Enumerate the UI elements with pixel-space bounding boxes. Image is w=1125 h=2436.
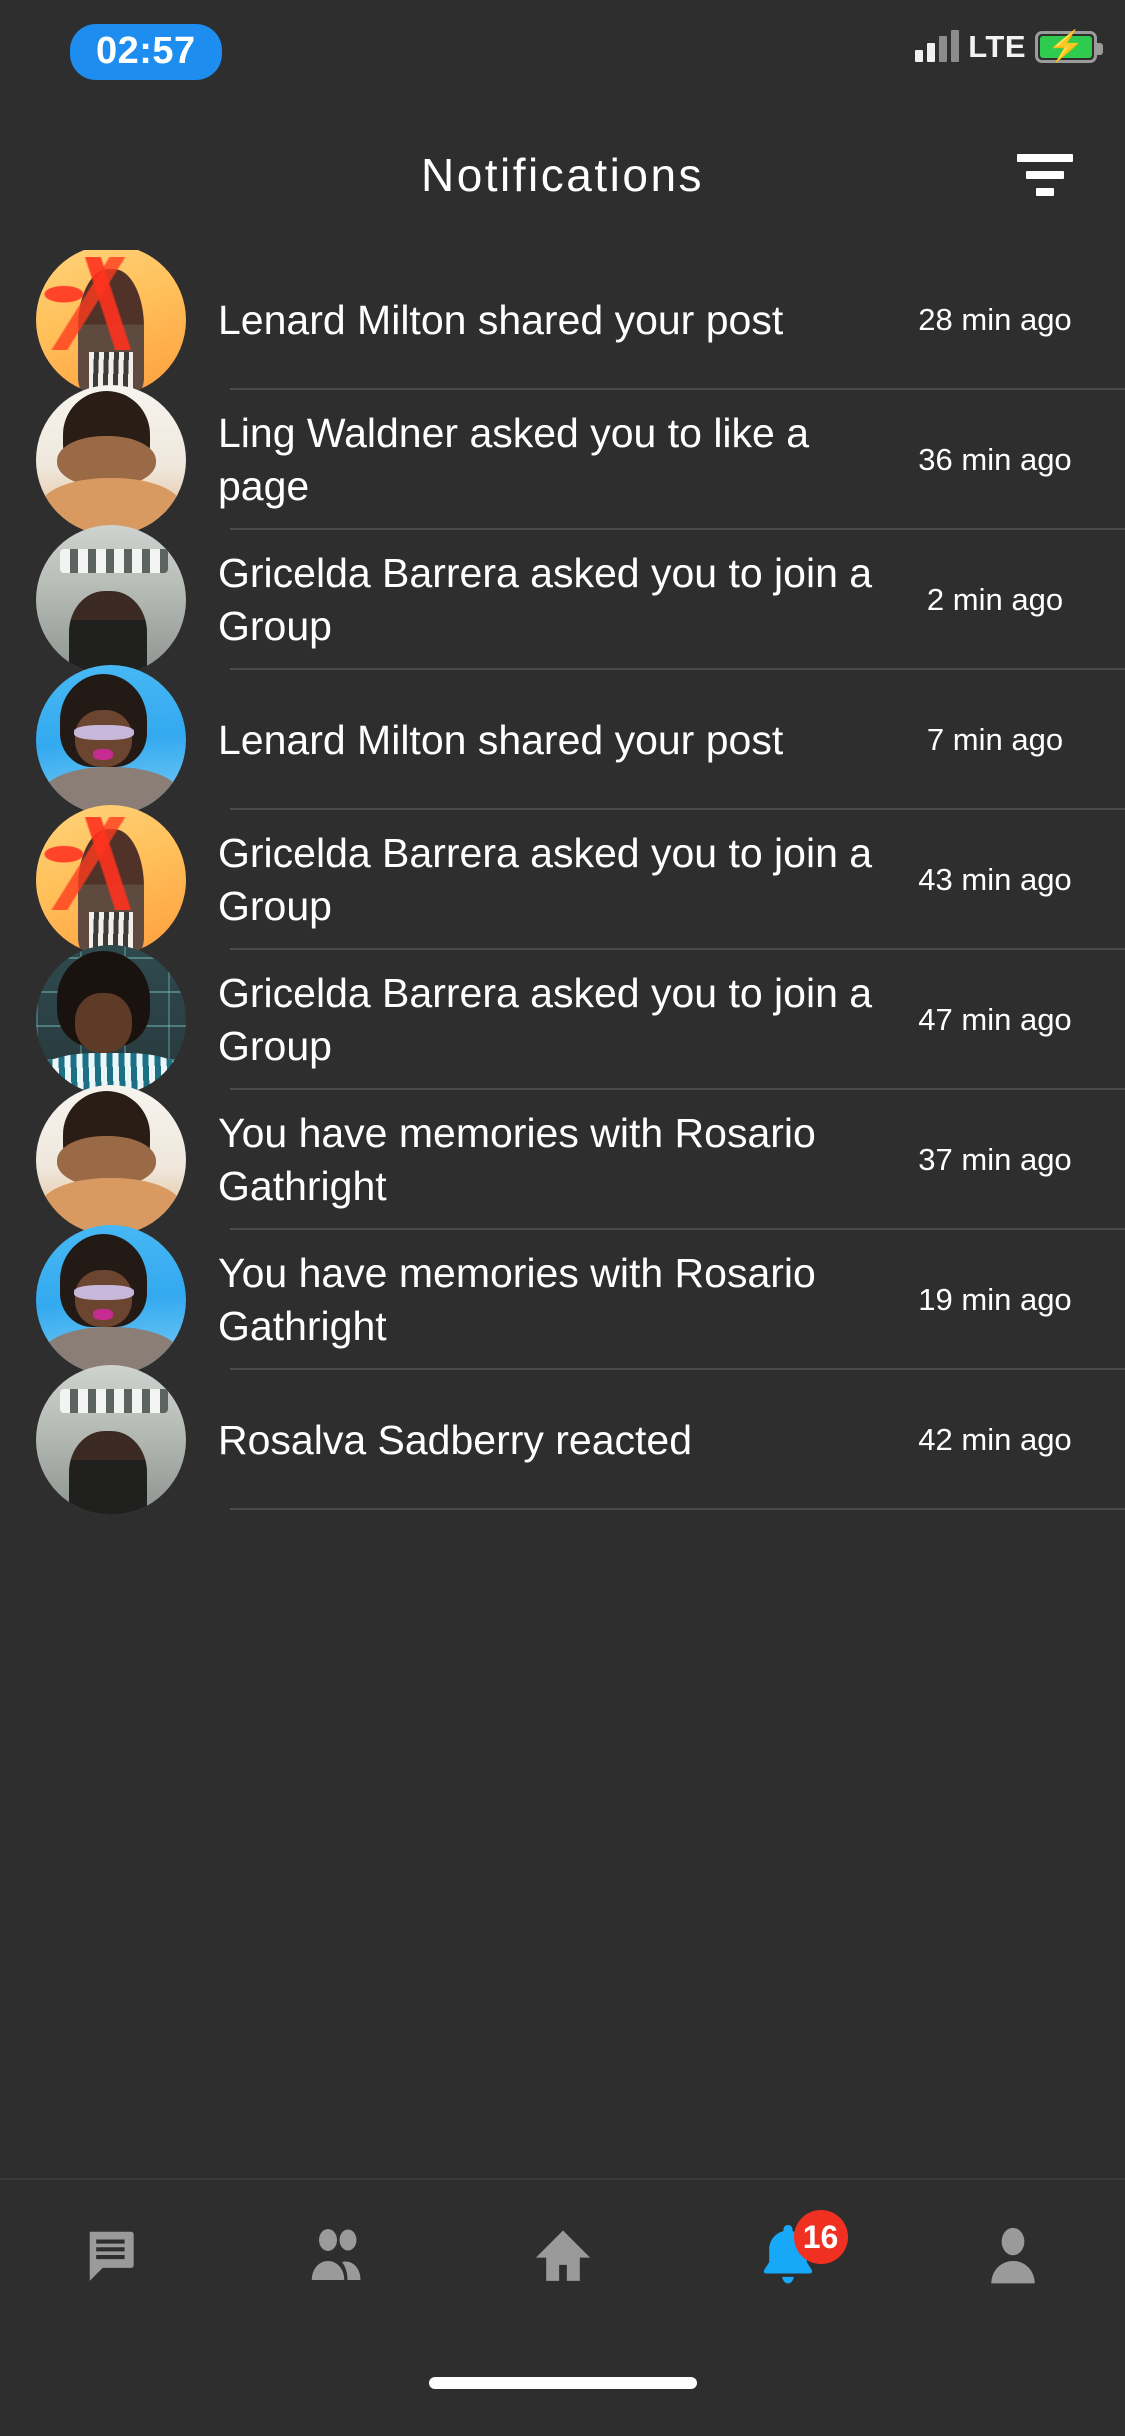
- filter-icon[interactable]: [1007, 144, 1083, 206]
- status-bar-right: LTE ⚡: [915, 26, 1103, 68]
- avatar[interactable]: [36, 665, 186, 815]
- page-title: Notifications: [420, 149, 705, 201]
- tab-friends[interactable]: [263, 2180, 413, 2330]
- recording-time-pill[interactable]: 02:57: [70, 24, 222, 80]
- notification-text: Gricelda Barrera asked you to join a Gro…: [218, 550, 873, 649]
- status-bar: 02:57 LTE ⚡: [0, 0, 1125, 100]
- notification-row[interactable]: Lenard Milton shared your post 28 min ago: [0, 250, 1125, 395]
- people-icon: [303, 2224, 373, 2286]
- avatar[interactable]: [36, 945, 186, 1095]
- notification-text: Lenard Milton shared your post: [218, 296, 784, 343]
- chat-bubble-icon: [82, 2224, 144, 2286]
- charging-bolt-icon: ⚡: [1047, 30, 1085, 63]
- row-divider: [230, 1508, 1125, 1510]
- notification-row[interactable]: Gricelda Barrera asked you to join a Gro…: [0, 945, 1125, 1095]
- notification-badge: 16: [793, 2210, 848, 2264]
- home-icon: [532, 2224, 594, 2286]
- page-header: Notifications: [0, 100, 1125, 250]
- avatar[interactable]: [36, 805, 186, 955]
- notification-timestamp: 2 min ago: [926, 582, 1064, 617]
- home-indicator-area: [0, 2330, 1125, 2436]
- tab-profile[interactable]: [938, 2180, 1088, 2330]
- notification-timestamp: 42 min ago: [918, 1422, 1072, 1457]
- notification-timestamp: 19 min ago: [918, 1282, 1072, 1317]
- notification-text: Gricelda Barrera asked you to join a Gro…: [218, 970, 873, 1069]
- home-indicator[interactable]: [428, 2377, 697, 2389]
- network-label: LTE: [968, 29, 1026, 64]
- avatar[interactable]: [36, 1365, 186, 1515]
- notification-row[interactable]: You have memories with Rosario Gathright…: [0, 1085, 1125, 1235]
- notification-text: You have memories with Rosario Gathright: [218, 1250, 816, 1349]
- notification-timestamp: 36 min ago: [918, 442, 1072, 477]
- notifications-screen: 02:57 LTE ⚡ Notifications Lenard Milton …: [0, 0, 1125, 2436]
- notification-timestamp: 43 min ago: [918, 862, 1072, 897]
- battery-charging-icon: ⚡: [1035, 30, 1103, 63]
- tab-notifications[interactable]: 16: [713, 2180, 863, 2330]
- notification-timestamp: 28 min ago: [918, 302, 1072, 337]
- person-icon: [984, 2224, 1042, 2286]
- notification-text: Rosalva Sadberry reacted: [218, 1416, 693, 1463]
- notification-row[interactable]: Gricelda Barrera asked you to join a Gro…: [0, 525, 1125, 675]
- notification-text: You have memories with Rosario Gathright: [218, 1110, 816, 1209]
- avatar[interactable]: [36, 525, 186, 675]
- signal-bars-icon: [915, 30, 960, 62]
- notification-row[interactable]: Rosalva Sadberry reacted 42 min ago: [0, 1365, 1125, 1515]
- tab-home[interactable]: [488, 2180, 638, 2330]
- notification-row[interactable]: Ling Waldner asked you to like a page 36 …: [0, 385, 1125, 535]
- avatar[interactable]: [36, 250, 186, 395]
- notification-text: Gricelda Barrera asked you to join a Gro…: [218, 830, 873, 929]
- notification-list[interactable]: Lenard Milton shared your post 28 min ago…: [0, 250, 1125, 2178]
- notification-timestamp: 7 min ago: [926, 722, 1064, 757]
- notification-row[interactable]: Lenard Milton shared your post 7 min ago: [0, 665, 1125, 815]
- notification-timestamp: 47 min ago: [918, 1002, 1072, 1037]
- notification-text: Ling Waldner asked you to like a page: [218, 410, 810, 509]
- bottom-tab-bar: 16: [0, 2178, 1125, 2330]
- avatar[interactable]: [36, 385, 186, 535]
- avatar[interactable]: [36, 1225, 186, 1375]
- notification-row[interactable]: You have memories with Rosario Gathright…: [0, 1225, 1125, 1375]
- tab-messages[interactable]: [38, 2180, 188, 2330]
- notification-timestamp: 37 min ago: [918, 1142, 1072, 1177]
- notification-text: Lenard Milton shared your post: [218, 716, 784, 763]
- avatar[interactable]: [36, 1085, 186, 1235]
- notification-row[interactable]: Gricelda Barrera asked you to join a Gro…: [0, 805, 1125, 955]
